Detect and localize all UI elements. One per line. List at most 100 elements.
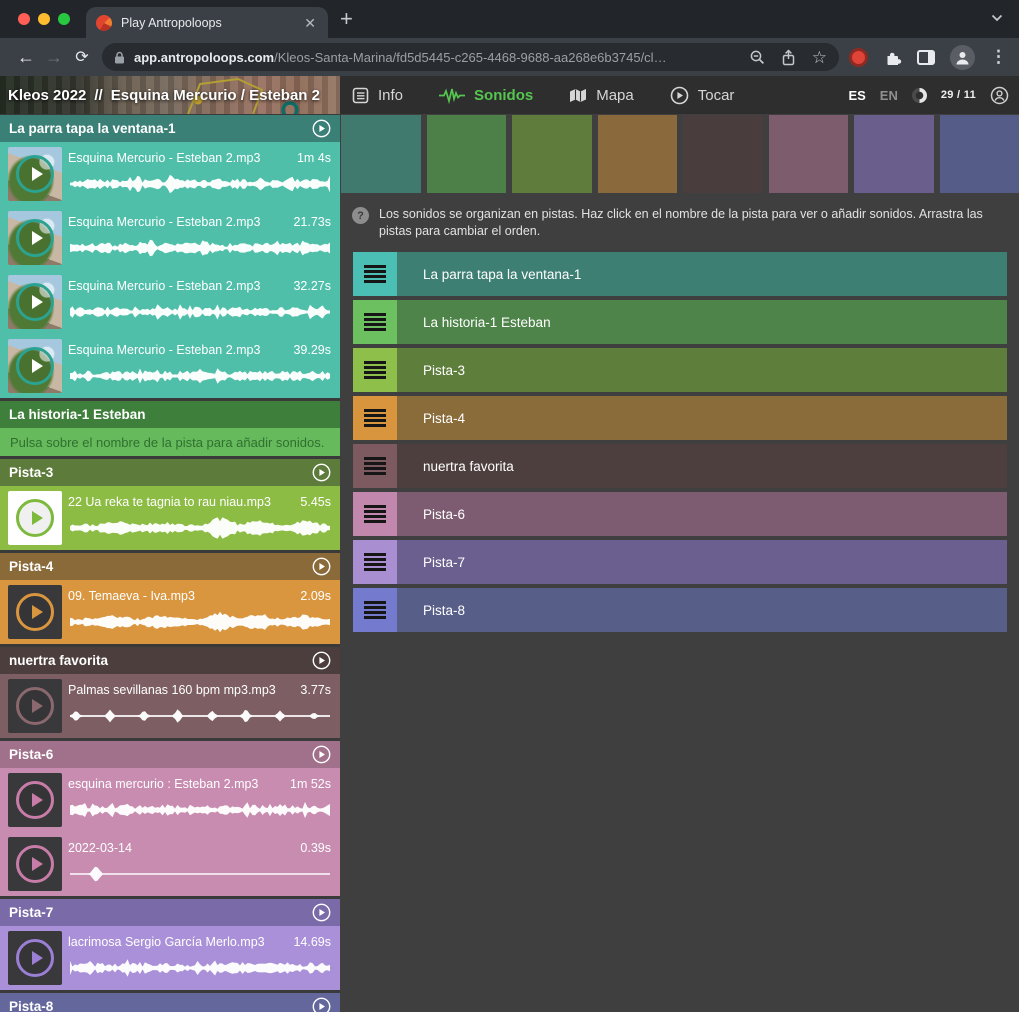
account-icon[interactable]	[990, 86, 1009, 105]
forward-button[interactable]: →	[40, 47, 68, 68]
clip-thumbnail[interactable]	[8, 211, 62, 265]
tab-search-chevron-icon[interactable]	[991, 14, 1003, 22]
reload-button[interactable]: ⟳	[68, 47, 96, 67]
clip-waveform	[68, 609, 332, 635]
audio-clip[interactable]: Esquina Mercurio - Esteban 2.mp3 39.29s	[0, 334, 340, 398]
clip-duration: 1m 52s	[290, 777, 331, 791]
side-panel-icon[interactable]	[917, 50, 935, 65]
track-row[interactable]: Pista-4	[353, 396, 1007, 440]
clip-play-icon[interactable]	[16, 781, 54, 819]
tab-sonidos[interactable]: Sonidos	[439, 87, 533, 104]
track-list: La parra tapa la ventana-1 La historia-1…	[353, 252, 1007, 636]
extensions-puzzle-icon[interactable]	[883, 48, 902, 67]
browser-tab[interactable]: Play Antropoloops ✕	[86, 7, 328, 38]
clip-thumbnail[interactable]	[8, 931, 62, 985]
play-track-icon[interactable]	[312, 557, 331, 576]
minimize-window-button[interactable]	[38, 13, 50, 25]
share-icon[interactable]	[781, 49, 796, 66]
clip-waveform	[68, 171, 332, 197]
clip-thumbnail[interactable]	[8, 773, 62, 827]
clip-play-icon[interactable]	[16, 687, 54, 725]
drag-handle[interactable]	[353, 492, 397, 536]
audio-clip[interactable]: esquina mercurio : Esteban 2.mp3 1m 52s	[0, 768, 340, 832]
clip-thumbnail[interactable]	[8, 679, 62, 733]
track-row[interactable]: La historia-1 Esteban	[353, 300, 1007, 344]
audio-clip[interactable]: 22 Ua reka te tagnia to rau niau.mp3 5.4…	[0, 486, 340, 550]
audio-clip[interactable]: 2022-03-14 0.39s	[0, 832, 340, 896]
language-es-button[interactable]: ES	[848, 88, 865, 103]
tab-mapa[interactable]: Mapa	[569, 87, 634, 104]
drag-handle[interactable]	[353, 588, 397, 632]
clip-thumbnail[interactable]	[8, 585, 62, 639]
drag-handle[interactable]	[353, 396, 397, 440]
bookmark-star-icon[interactable]: ☆	[812, 50, 827, 65]
loops-counter: 29 / 11	[941, 89, 976, 101]
track-section-6: Pista-6 esquina mercurio : Esteban 2.mp3…	[0, 741, 340, 896]
clip-thumbnail[interactable]	[8, 339, 62, 393]
browser-menu-icon[interactable]: ⋮	[990, 47, 1007, 67]
drag-handle[interactable]	[353, 540, 397, 584]
track-row[interactable]: Pista-7	[353, 540, 1007, 584]
track-header[interactable]: Pista-3	[0, 459, 340, 486]
language-en-button[interactable]: EN	[880, 88, 898, 103]
close-window-button[interactable]	[18, 13, 30, 25]
drag-handle[interactable]	[353, 348, 397, 392]
track-row[interactable]: La parra tapa la ventana-1	[353, 252, 1007, 296]
track-row[interactable]: Pista-3	[353, 348, 1007, 392]
track-header[interactable]: Pista-6	[0, 741, 340, 768]
clip-play-icon[interactable]	[16, 347, 54, 385]
track-row-label: Pista-8	[423, 603, 465, 618]
clip-play-icon[interactable]	[16, 593, 54, 631]
zoom-window-button[interactable]	[58, 13, 70, 25]
tab-tocar[interactable]: Tocar	[670, 86, 735, 105]
clip-play-icon[interactable]	[16, 845, 54, 883]
play-track-icon[interactable]	[312, 745, 331, 764]
audio-clip[interactable]: Esquina Mercurio - Esteban 2.mp3 1m 4s	[0, 142, 340, 206]
clip-thumbnail[interactable]	[8, 275, 62, 329]
track-header[interactable]: Pista-8	[0, 993, 340, 1012]
audio-clip[interactable]: Esquina Mercurio - Esteban 2.mp3 32.27s	[0, 270, 340, 334]
audio-clip[interactable]: lacrimosa Sergio García Merlo.mp3 14.69s	[0, 926, 340, 990]
clip-thumbnail[interactable]	[8, 147, 62, 201]
track-row[interactable]: nuertra favorita	[353, 444, 1007, 488]
new-tab-button[interactable]: +	[340, 8, 353, 30]
play-track-icon[interactable]	[312, 651, 331, 670]
recording-indicator-icon[interactable]	[849, 48, 868, 67]
audio-clip[interactable]: 09. Temaeva - Iva.mp3 2.09s	[0, 580, 340, 644]
drag-handle[interactable]	[353, 252, 397, 296]
track-header[interactable]: nuertra favorita	[0, 647, 340, 674]
clip-play-icon[interactable]	[16, 939, 54, 977]
tab-info[interactable]: Info	[352, 87, 403, 104]
audio-clip[interactable]: Esquina Mercurio - Esteban 2.mp3 21.73s	[0, 206, 340, 270]
url-bar[interactable]: app.antropoloops.com/Kleos-Santa-Marina/…	[102, 43, 839, 71]
tab-close-icon[interactable]: ✕	[302, 14, 318, 32]
clip-play-icon[interactable]	[16, 155, 54, 193]
clip-play-icon[interactable]	[16, 283, 54, 321]
play-track-icon[interactable]	[312, 463, 331, 482]
clip-waveform	[68, 703, 332, 729]
drag-handle-icon	[364, 601, 386, 619]
track-row[interactable]: Pista-6	[353, 492, 1007, 536]
clip-thumbnail[interactable]	[8, 491, 62, 545]
play-track-icon[interactable]	[312, 997, 331, 1012]
track-title: Pista-7	[9, 905, 53, 920]
clip-play-icon[interactable]	[16, 499, 54, 537]
zoom-out-icon[interactable]	[750, 50, 765, 65]
clip-thumbnail[interactable]	[8, 837, 62, 891]
play-track-icon[interactable]	[312, 903, 331, 922]
audio-clip[interactable]: Palmas sevillanas 160 bpm mp3.mp3 3.77s	[0, 674, 340, 738]
track-row[interactable]: Pista-8	[353, 588, 1007, 632]
track-header[interactable]: Pista-7	[0, 899, 340, 926]
clip-filename: Esquina Mercurio - Esteban 2.mp3	[68, 215, 276, 229]
back-button[interactable]: ←	[12, 47, 40, 68]
track-header[interactable]: La historia-1 Esteban	[0, 401, 340, 428]
track-header[interactable]: Pista-4	[0, 553, 340, 580]
profile-avatar[interactable]	[950, 45, 975, 70]
track-row-label: Pista-4	[423, 411, 465, 426]
play-track-icon[interactable]	[312, 119, 331, 138]
clip-play-icon[interactable]	[16, 219, 54, 257]
track-header[interactable]: La parra tapa la ventana-1	[0, 115, 340, 142]
drag-handle[interactable]	[353, 300, 397, 344]
breadcrumb-project[interactable]: Kleos 2022	[8, 87, 86, 104]
drag-handle[interactable]	[353, 444, 397, 488]
